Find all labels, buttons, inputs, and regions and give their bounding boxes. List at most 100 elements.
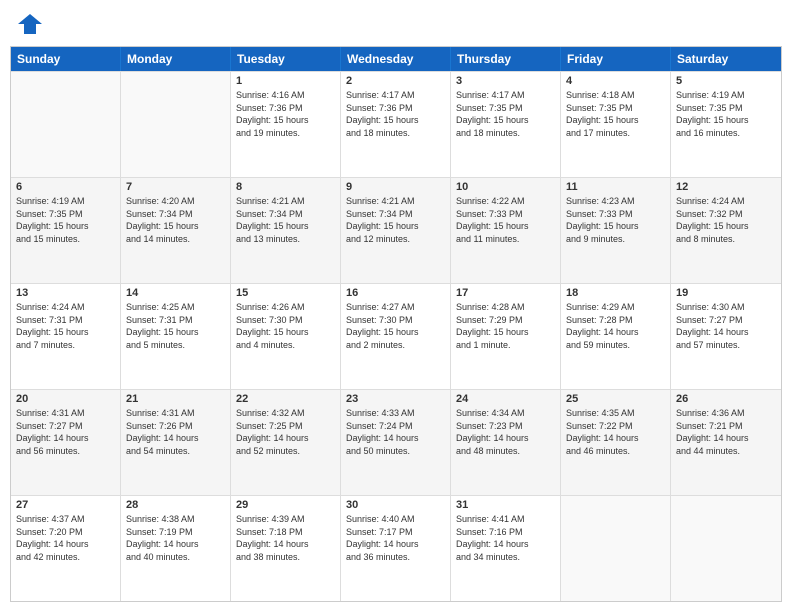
calendar-cell: 19Sunrise: 4:30 AM Sunset: 7:27 PM Dayli… — [671, 284, 781, 389]
day-number: 15 — [236, 287, 335, 299]
header-day: Thursday — [451, 47, 561, 71]
cell-text: Sunrise: 4:39 AM Sunset: 7:18 PM Dayligh… — [236, 513, 335, 563]
day-number: 10 — [456, 181, 555, 193]
day-number: 30 — [346, 499, 445, 511]
day-number: 29 — [236, 499, 335, 511]
day-number: 23 — [346, 393, 445, 405]
day-number: 18 — [566, 287, 665, 299]
calendar-cell: 27Sunrise: 4:37 AM Sunset: 7:20 PM Dayli… — [11, 496, 121, 601]
calendar-row: 1 Sunrise: 4:16 AM Sunset: 7:36 PM Daylig… — [11, 71, 781, 177]
calendar-cell: 5 Sunrise: 4:19 AM Sunset: 7:35 PM Daylig… — [671, 72, 781, 177]
calendar-cell: 30 Sunrise: 4:40 AM Sunset: 7:17 PM Dayli… — [341, 496, 451, 601]
logo-icon — [16, 10, 44, 38]
empty-cell — [11, 72, 121, 177]
calendar-row: 20 Sunrise: 4:31 AM Sunset: 7:27 PM Dayli… — [11, 389, 781, 495]
cell-text: Sunrise: 4:33 AM Sunset: 7:24 PM Dayligh… — [346, 407, 445, 457]
calendar-cell: 14Sunrise: 4:25 AM Sunset: 7:31 PM Dayli… — [121, 284, 231, 389]
calendar-cell: 26 Sunrise: 4:36 AM Sunset: 7:21 PM Dayli… — [671, 390, 781, 495]
day-number: 8 — [236, 181, 335, 193]
day-number: 1 — [236, 75, 335, 87]
cell-text: Sunrise: 4:40 AM Sunset: 7:17 PM Dayligh… — [346, 513, 445, 563]
day-number: 31 — [456, 499, 555, 511]
calendar-cell: 20 Sunrise: 4:31 AM Sunset: 7:27 PM Dayli… — [11, 390, 121, 495]
cell-text: Sunrise: 4:38 AM Sunset: 7:19 PM Dayligh… — [126, 513, 225, 563]
calendar: SundayMondayTuesdayWednesdayThursdayFrid… — [10, 46, 782, 602]
header-day: Saturday — [671, 47, 781, 71]
cell-text: Sunrise: 4:23 AM Sunset: 7:33 PM Dayligh… — [566, 195, 665, 245]
calendar-cell: 25Sunrise: 4:35 AM Sunset: 7:22 PM Dayli… — [561, 390, 671, 495]
calendar-cell: 16 Sunrise: 4:27 AM Sunset: 7:30 PM Dayli… — [341, 284, 451, 389]
empty-cell — [671, 496, 781, 601]
day-number: 14 — [126, 287, 225, 299]
cell-text: Sunrise: 4:28 AM Sunset: 7:29 PM Dayligh… — [456, 301, 555, 351]
cell-text: Sunrise: 4:26 AM Sunset: 7:30 PM Dayligh… — [236, 301, 335, 351]
cell-text: Sunrise: 4:17 AM Sunset: 7:36 PM Dayligh… — [346, 89, 445, 139]
calendar-cell: 10 Sunrise: 4:22 AM Sunset: 7:33 PM Dayli… — [451, 178, 561, 283]
calendar-cell: 21Sunrise: 4:31 AM Sunset: 7:26 PM Dayli… — [121, 390, 231, 495]
day-number: 16 — [346, 287, 445, 299]
day-number: 9 — [346, 181, 445, 193]
calendar-cell: 9 Sunrise: 4:21 AM Sunset: 7:34 PM Daylig… — [341, 178, 451, 283]
cell-text: Sunrise: 4:21 AM Sunset: 7:34 PM Dayligh… — [236, 195, 335, 245]
cell-text: Sunrise: 4:32 AM Sunset: 7:25 PM Dayligh… — [236, 407, 335, 457]
cell-text: Sunrise: 4:19 AM Sunset: 7:35 PM Dayligh… — [16, 195, 115, 245]
day-number: 20 — [16, 393, 115, 405]
cell-text: Sunrise: 4:27 AM Sunset: 7:30 PM Dayligh… — [346, 301, 445, 351]
calendar-row: 27Sunrise: 4:37 AM Sunset: 7:20 PM Dayli… — [11, 495, 781, 601]
calendar-cell: 2Sunrise: 4:17 AM Sunset: 7:36 PM Daylig… — [341, 72, 451, 177]
empty-cell — [561, 496, 671, 601]
cell-text: Sunrise: 4:18 AM Sunset: 7:35 PM Dayligh… — [566, 89, 665, 139]
calendar-cell: 15 Sunrise: 4:26 AM Sunset: 7:30 PM Dayli… — [231, 284, 341, 389]
calendar-body: 1 Sunrise: 4:16 AM Sunset: 7:36 PM Daylig… — [11, 71, 781, 601]
day-number: 21 — [126, 393, 225, 405]
cell-text: Sunrise: 4:34 AM Sunset: 7:23 PM Dayligh… — [456, 407, 555, 457]
calendar-cell: 4 Sunrise: 4:18 AM Sunset: 7:35 PM Daylig… — [561, 72, 671, 177]
calendar-cell: 13 Sunrise: 4:24 AM Sunset: 7:31 PM Dayli… — [11, 284, 121, 389]
calendar-header: SundayMondayTuesdayWednesdayThursdayFrid… — [11, 47, 781, 71]
day-number: 5 — [676, 75, 776, 87]
calendar-cell: 3 Sunrise: 4:17 AM Sunset: 7:35 PM Daylig… — [451, 72, 561, 177]
day-number: 13 — [16, 287, 115, 299]
calendar-cell: 11Sunrise: 4:23 AM Sunset: 7:33 PM Dayli… — [561, 178, 671, 283]
cell-text: Sunrise: 4:17 AM Sunset: 7:35 PM Dayligh… — [456, 89, 555, 139]
day-number: 28 — [126, 499, 225, 511]
day-number: 27 — [16, 499, 115, 511]
day-number: 17 — [456, 287, 555, 299]
calendar-cell: 1 Sunrise: 4:16 AM Sunset: 7:36 PM Daylig… — [231, 72, 341, 177]
calendar-cell: 12 Sunrise: 4:24 AM Sunset: 7:32 PM Dayli… — [671, 178, 781, 283]
calendar-cell: 29 Sunrise: 4:39 AM Sunset: 7:18 PM Dayli… — [231, 496, 341, 601]
cell-text: Sunrise: 4:30 AM Sunset: 7:27 PM Dayligh… — [676, 301, 776, 351]
header — [10, 10, 782, 38]
calendar-row: 13 Sunrise: 4:24 AM Sunset: 7:31 PM Dayli… — [11, 283, 781, 389]
cell-text: Sunrise: 4:24 AM Sunset: 7:31 PM Dayligh… — [16, 301, 115, 351]
day-number: 26 — [676, 393, 776, 405]
header-day: Friday — [561, 47, 671, 71]
cell-text: Sunrise: 4:20 AM Sunset: 7:34 PM Dayligh… — [126, 195, 225, 245]
cell-text: Sunrise: 4:16 AM Sunset: 7:36 PM Dayligh… — [236, 89, 335, 139]
cell-text: Sunrise: 4:29 AM Sunset: 7:28 PM Dayligh… — [566, 301, 665, 351]
cell-text: Sunrise: 4:21 AM Sunset: 7:34 PM Dayligh… — [346, 195, 445, 245]
calendar-cell: 6Sunrise: 4:19 AM Sunset: 7:35 PM Daylig… — [11, 178, 121, 283]
header-day: Wednesday — [341, 47, 451, 71]
calendar-cell: 24Sunrise: 4:34 AM Sunset: 7:23 PM Dayli… — [451, 390, 561, 495]
calendar-cell: 31Sunrise: 4:41 AM Sunset: 7:16 PM Dayli… — [451, 496, 561, 601]
day-number: 12 — [676, 181, 776, 193]
calendar-cell: 28 Sunrise: 4:38 AM Sunset: 7:19 PM Dayli… — [121, 496, 231, 601]
page: SundayMondayTuesdayWednesdayThursdayFrid… — [0, 0, 792, 612]
calendar-cell: 7Sunrise: 4:20 AM Sunset: 7:34 PM Daylig… — [121, 178, 231, 283]
day-number: 4 — [566, 75, 665, 87]
cell-text: Sunrise: 4:22 AM Sunset: 7:33 PM Dayligh… — [456, 195, 555, 245]
header-day: Sunday — [11, 47, 121, 71]
empty-cell — [121, 72, 231, 177]
cell-text: Sunrise: 4:24 AM Sunset: 7:32 PM Dayligh… — [676, 195, 776, 245]
cell-text: Sunrise: 4:19 AM Sunset: 7:35 PM Dayligh… — [676, 89, 776, 139]
cell-text: Sunrise: 4:36 AM Sunset: 7:21 PM Dayligh… — [676, 407, 776, 457]
calendar-cell: 17 Sunrise: 4:28 AM Sunset: 7:29 PM Dayli… — [451, 284, 561, 389]
calendar-cell: 8 Sunrise: 4:21 AM Sunset: 7:34 PM Daylig… — [231, 178, 341, 283]
calendar-cell: 18 Sunrise: 4:29 AM Sunset: 7:28 PM Dayli… — [561, 284, 671, 389]
logo — [14, 10, 44, 38]
cell-text: Sunrise: 4:35 AM Sunset: 7:22 PM Dayligh… — [566, 407, 665, 457]
calendar-cell: 22Sunrise: 4:32 AM Sunset: 7:25 PM Dayli… — [231, 390, 341, 495]
cell-text: Sunrise: 4:31 AM Sunset: 7:27 PM Dayligh… — [16, 407, 115, 457]
day-number: 3 — [456, 75, 555, 87]
